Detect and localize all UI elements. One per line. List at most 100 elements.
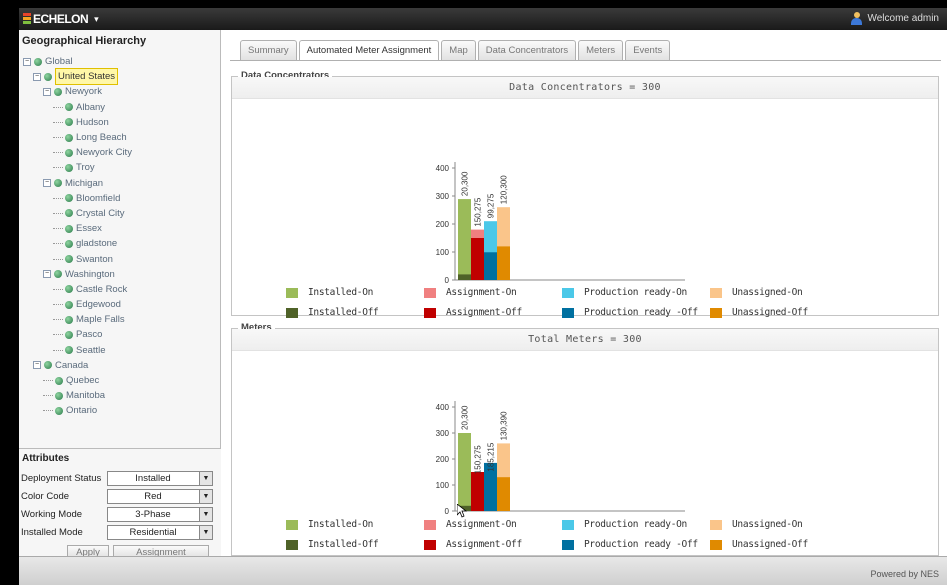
tree-node-label[interactable]: Newyork [65, 84, 102, 99]
tree-node[interactable]: Castle Rock [23, 282, 219, 297]
tree-node-label[interactable]: Quebec [66, 373, 99, 388]
tab-automated-meter-assignment[interactable]: Automated Meter Assignment [298, 40, 440, 60]
tree-node-label[interactable]: Ontario [66, 403, 97, 418]
tree-node[interactable]: Troy [23, 160, 219, 175]
legend-swatch [286, 519, 298, 530]
working-mode-select[interactable]: 3-Phase ▼ [107, 507, 213, 522]
tab-data-concentrators[interactable]: Data Concentrators [477, 40, 577, 60]
collapse-toggle-icon[interactable]: − [43, 179, 51, 188]
geography-tree: − Global − United States − Newyork Albany Hudso… [23, 54, 219, 419]
tree-node[interactable]: Essex [23, 221, 219, 236]
tree-node[interactable]: Manitoba [23, 388, 219, 403]
legend-swatch [710, 307, 722, 318]
tree-node[interactable]: Maple Falls [23, 312, 219, 327]
globe-icon [65, 133, 73, 142]
legend-swatch [710, 287, 722, 298]
tree-node[interactable]: Seattle [23, 343, 219, 358]
app-menu[interactable]: ECHELON ▾ [23, 12, 99, 26]
tab-events[interactable]: Events [625, 40, 671, 60]
tree-node-label[interactable]: Manitoba [66, 388, 105, 403]
tree-connector [53, 167, 63, 169]
legend-item: Production ready -Off [562, 307, 698, 318]
tree-node-label[interactable]: Global [45, 54, 72, 69]
tree-node-label[interactable]: Swanton [76, 252, 113, 267]
color-code-select[interactable]: Red ▼ [107, 489, 213, 504]
tree-node-label[interactable]: Newyork City [76, 145, 132, 160]
tree-node-label[interactable]: Edgewood [76, 297, 121, 312]
app-window: ECHELON ▾ Welcome admin Geographical Hie… [19, 8, 947, 585]
tree-node-label[interactable]: Pasco [76, 327, 102, 342]
legend-label: Assignment-Off [446, 307, 522, 318]
tree-node-label[interactable]: Michigan [65, 176, 103, 191]
dropdown-arrow-icon[interactable]: ▼ [199, 472, 212, 485]
tree-node[interactable]: Pasco [23, 327, 219, 342]
legend-label: Production ready-On [584, 519, 687, 530]
collapse-toggle-icon[interactable]: − [33, 361, 41, 370]
tree-node-label[interactable]: Seattle [76, 343, 106, 358]
tree-node-label[interactable]: gladstone [76, 236, 117, 251]
tree-node[interactable]: Hudson [23, 115, 219, 130]
tree-connector [53, 243, 63, 245]
legend-item: Assignment-On [424, 519, 517, 530]
installed-mode-select[interactable]: Residential ▼ [107, 525, 213, 540]
tree-node-label[interactable]: Essex [76, 221, 102, 236]
collapse-toggle-icon[interactable]: − [23, 57, 31, 66]
chevron-down-icon[interactable]: ▾ [94, 14, 99, 25]
tree-node-label[interactable]: Crystal City [76, 206, 125, 221]
tree-node-label[interactable]: Long Beach [76, 130, 127, 145]
tree-connector [53, 288, 63, 290]
collapse-toggle-icon[interactable]: − [43, 270, 51, 279]
collapse-toggle-icon[interactable]: − [43, 87, 51, 96]
dropdown-arrow-icon[interactable]: ▼ [199, 490, 212, 503]
globe-icon [34, 57, 42, 66]
user-menu[interactable]: Welcome admin [851, 12, 939, 25]
collapse-toggle-icon[interactable]: − [33, 72, 41, 81]
tree-connector [43, 410, 53, 412]
tree-node-label[interactable]: Troy [76, 160, 95, 175]
tree-node[interactable]: Crystal City [23, 206, 219, 221]
tree-node[interactable]: Edgewood [23, 297, 219, 312]
meters-section: Meters Total Meters = 300 0 100 200 300 400 2… [231, 322, 939, 556]
deployment-status-select[interactable]: Installed ▼ [107, 471, 213, 486]
hierarchy-title: Geographical Hierarchy [22, 35, 147, 47]
tree-node[interactable]: − Global [23, 54, 219, 69]
tree-connector [53, 228, 63, 230]
tree-node-label[interactable]: Maple Falls [76, 312, 125, 327]
tree-node[interactable]: Bloomfield [23, 191, 219, 206]
data-label: 99,275 [487, 193, 496, 218]
legend-item: Assignment-On [424, 287, 517, 298]
tree-node[interactable]: Albany [23, 100, 219, 115]
tree-node[interactable]: gladstone [23, 236, 219, 251]
legend-swatch [286, 539, 298, 550]
globe-icon [65, 255, 73, 264]
legend-swatch [562, 539, 574, 550]
tree-connector [53, 197, 63, 199]
tree-node[interactable]: Ontario [23, 403, 219, 418]
tree-node[interactable]: − Newyork [23, 84, 219, 99]
tree-node[interactable]: Long Beach [23, 130, 219, 145]
dropdown-arrow-icon[interactable]: ▼ [199, 526, 212, 539]
app-name: ECHELON [33, 12, 89, 26]
dropdown-arrow-icon[interactable]: ▼ [199, 508, 212, 521]
tree-node-label[interactable]: United States [55, 68, 119, 86]
tree-node[interactable]: − Washington [23, 267, 219, 282]
tree-node-label[interactable]: Castle Rock [76, 282, 127, 297]
tree-node-label[interactable]: Albany [76, 100, 105, 115]
tree-node[interactable]: − Canada [23, 358, 219, 373]
tab-summary[interactable]: Summary [240, 40, 297, 60]
tree-connector [53, 334, 63, 336]
legend-swatch [562, 307, 574, 318]
tree-node[interactable]: − Michigan [23, 176, 219, 191]
tree-node[interactable]: − United States [23, 68, 219, 86]
tree-node[interactable]: Swanton [23, 251, 219, 266]
tab-map[interactable]: Map [441, 40, 476, 60]
tree-node-label[interactable]: Washington [65, 267, 115, 282]
tab-meters[interactable]: Meters [578, 40, 624, 60]
tree-node-label[interactable]: Hudson [76, 115, 109, 130]
data-label: 150,275 [474, 197, 483, 226]
tree-node-label[interactable]: Canada [55, 358, 88, 373]
tree-node[interactable]: Quebec [23, 373, 219, 388]
tree-node-label[interactable]: Bloomfield [76, 191, 120, 206]
tree-node[interactable]: Newyork City [23, 145, 219, 160]
echelon-logo-icon [23, 13, 31, 25]
